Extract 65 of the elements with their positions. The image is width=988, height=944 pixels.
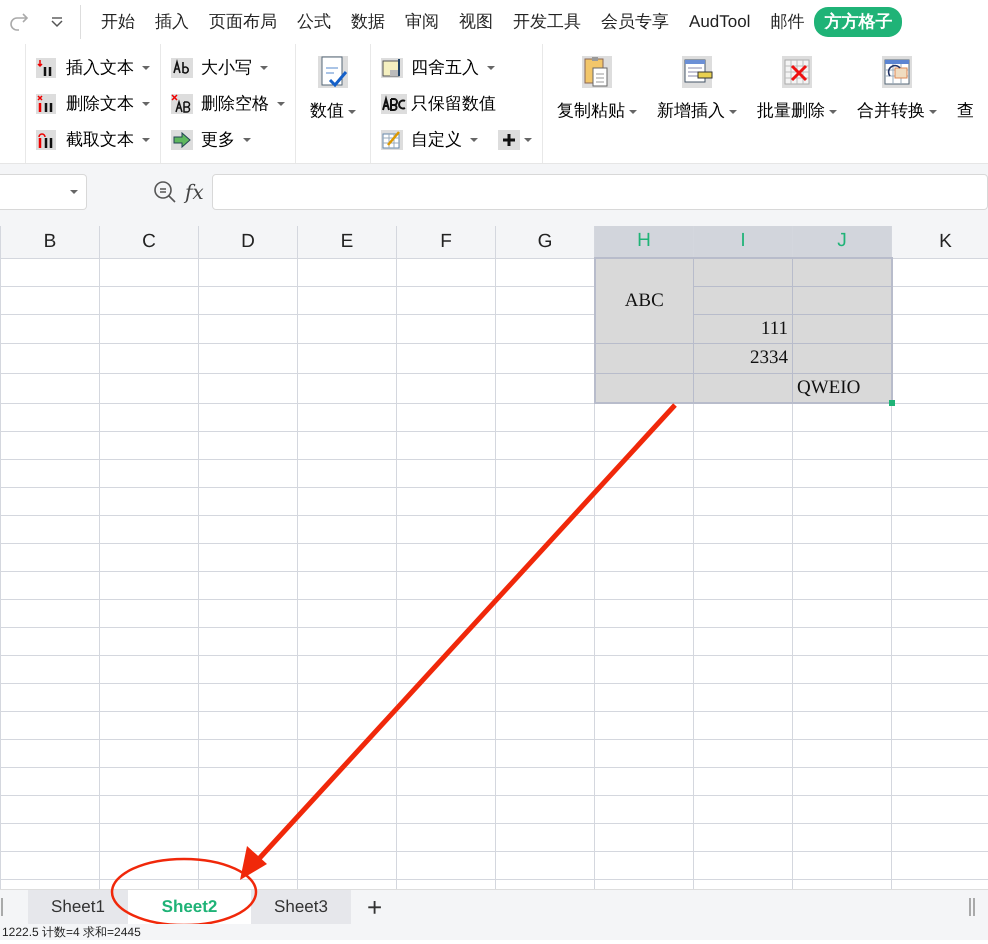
menu-tab[interactable]: 审阅 — [395, 7, 449, 37]
ribbon-button[interactable]: 数值 — [304, 50, 362, 128]
customize-dropdown-icon[interactable] — [50, 16, 64, 28]
ribbon-button[interactable]: 大小写 — [169, 50, 287, 86]
menu-tab[interactable]: 会员专享 — [591, 7, 679, 37]
dropdown-caret-icon[interactable] — [487, 66, 495, 70]
ribbon-button[interactable]: 只保留数值 — [379, 86, 534, 122]
ribbon-button[interactable]: 删除文本 — [34, 86, 152, 122]
ribbon-button[interactable]: 插入文本 — [34, 50, 152, 86]
tool-icon — [381, 94, 407, 114]
dropdown-caret-icon[interactable] — [142, 138, 150, 142]
function-label[interactable]: fx — [185, 177, 204, 207]
ribbon-button[interactable]: 更多 — [169, 122, 287, 158]
column-header[interactable]: B — [0, 226, 100, 258]
dropdown-caret-icon[interactable] — [277, 102, 285, 106]
menu-tab[interactable]: 插入 — [145, 7, 199, 37]
ribbon-button[interactable]: 自定义 — [379, 122, 480, 158]
menu-tab[interactable]: 视图 — [449, 7, 503, 37]
menu-tab[interactable]: 邮件 — [760, 7, 814, 37]
table-cell: 2334 — [694, 344, 792, 373]
menu-tab[interactable]: 公式 — [287, 7, 341, 37]
formula-input[interactable] — [212, 174, 988, 210]
dropdown-caret-icon[interactable] — [142, 102, 150, 106]
dropdown-caret-icon[interactable] — [470, 138, 478, 142]
dropdown-caret-icon[interactable] — [629, 110, 637, 114]
menu-tab[interactable]: AudTool — [679, 7, 760, 37]
dropdown-caret-icon[interactable] — [348, 110, 356, 114]
ribbon-button[interactable]: 批量删除 — [751, 50, 843, 128]
fill-handle[interactable] — [888, 400, 894, 406]
dropdown-caret-icon[interactable] — [829, 110, 837, 114]
column-header[interactable]: G — [496, 226, 594, 258]
sheet-tab[interactable]: Sheet3 — [251, 890, 351, 924]
status-text: 1222.5 计数=4 求和=2445 — [0, 924, 988, 940]
tool-icon — [316, 54, 350, 90]
plus-icon — [498, 130, 520, 150]
column-header[interactable]: K — [892, 226, 988, 258]
dropdown-caret-icon[interactable] — [142, 66, 150, 70]
ribbon-button[interactable]: 合并转换 — [851, 50, 943, 128]
column-header[interactable]: C — [100, 226, 198, 258]
ribbon-button[interactable]: 复制粘贴 — [551, 50, 643, 128]
ribbon-button[interactable]: 新增插入 — [651, 50, 743, 128]
tool-icon — [780, 54, 814, 90]
menu-tab[interactable]: 数据 — [341, 7, 395, 37]
zoom-icon[interactable] — [153, 180, 177, 204]
add-sheet-button[interactable]: + — [367, 894, 382, 920]
ribbon-button[interactable]: 四舍五入 — [379, 50, 534, 86]
dropdown-caret-icon[interactable] — [729, 110, 737, 114]
column-header[interactable]: F — [396, 226, 496, 258]
menu-tab[interactable]: 开发工具 — [503, 7, 591, 37]
dropdown-caret-icon[interactable] — [243, 138, 251, 142]
menu-tab[interactable]: 开始 — [91, 7, 145, 37]
sheet-tab[interactable]: Sheet1 — [28, 890, 128, 924]
dropdown-caret-icon[interactable] — [260, 66, 268, 70]
tool-icon — [680, 54, 714, 90]
ribbon-button[interactable]: 查 — [951, 50, 980, 128]
tool-icon — [880, 54, 914, 90]
tool-icon — [580, 54, 614, 90]
dropdown-caret-icon[interactable] — [929, 110, 937, 114]
ribbon-button[interactable]: 删除空格 — [169, 86, 287, 122]
table-cell: 111 — [694, 314, 792, 344]
column-header[interactable]: E — [298, 226, 396, 258]
ribbon-button[interactable]: 截取文本 — [34, 122, 152, 158]
column-header[interactable]: D — [198, 226, 298, 258]
menu-tab[interactable]: 页面布局 — [199, 7, 287, 37]
merged-cell: ABC — [594, 258, 694, 344]
